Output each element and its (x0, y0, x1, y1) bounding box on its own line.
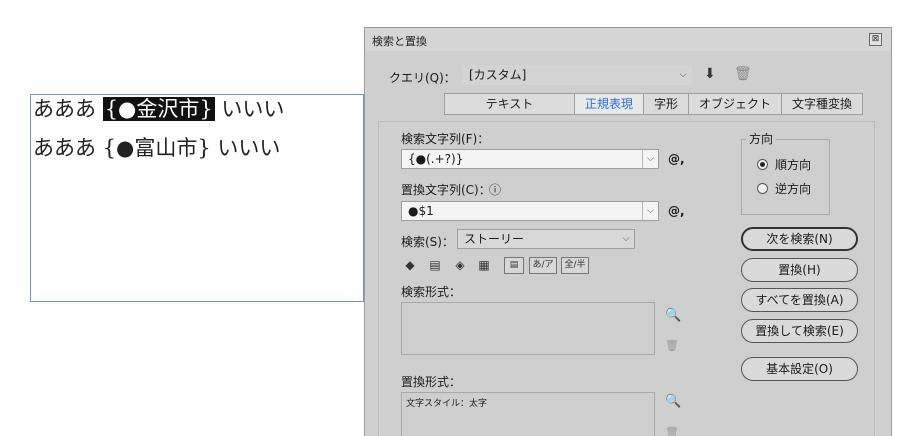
chevron-down-icon: ⌵ (679, 70, 687, 80)
kana-sensitive-toggle[interactable]: あ/ア (529, 257, 557, 274)
direction-title: 方向 (746, 130, 777, 147)
tab-object[interactable]: オブジェクト (689, 94, 783, 114)
dialog-titlebar[interactable]: 検索と置換 ⊠ (365, 28, 891, 51)
special-chars-find-icon[interactable]: @, (668, 152, 685, 166)
tab-glyph[interactable]: 字形 (644, 94, 690, 114)
doc-line-1-prefix: あああ (33, 97, 103, 121)
query-select[interactable]: [カスタム] ⌵ (462, 65, 692, 85)
query-label: クエリ(Q)： (389, 71, 456, 85)
save-query-icon[interactable]: ⬇ (704, 66, 716, 82)
tab-bar: テキスト 正規表現 字形 オブジェクト 文字種変換 (444, 93, 864, 115)
find-what-input[interactable]: {●(.+?)} ⌵ (401, 149, 659, 169)
find-format-box[interactable] (401, 302, 655, 355)
specify-find-format-icon[interactable]: 🔍 (665, 308, 681, 323)
master-pages-icon[interactable]: ▦ (475, 257, 493, 273)
doc-line-1: あああ {●金沢市} いいい (33, 95, 284, 123)
doc-line-1-suffix: いいい (214, 97, 285, 121)
chevron-down-icon: ⌵ (622, 234, 630, 244)
selected-text[interactable]: {●金沢市} (102, 97, 215, 121)
dialog-title: 検索と置換 (372, 35, 427, 48)
find-format-label: 検索形式： (401, 285, 462, 299)
hidden-layers-icon[interactable]: ◈ (451, 257, 469, 273)
chevron-down-icon[interactable]: ⌵ (642, 150, 658, 168)
find-next-button[interactable]: 次を検索(N) (741, 227, 858, 251)
text-frame[interactable]: あああ {●金沢市} いいい あああ {●富山市} いいい (30, 94, 364, 302)
search-label: 検索(S)： (401, 235, 454, 249)
find-what-value: {●(.+?)} (408, 152, 464, 166)
change-format-box[interactable]: 文字スタイル：太字 (401, 392, 655, 436)
find-replace-dialog: 検索と置換 ⊠ クエリ(Q)： [カスタム] ⌵ ⬇ 🗑 テキスト 正規表現 字… (364, 27, 892, 436)
direction-group (741, 139, 830, 215)
replace-button[interactable]: 置換(H) (741, 258, 858, 282)
specify-change-format-icon[interactable]: 🔍 (665, 394, 681, 409)
search-scope-value: ストーリー (464, 232, 525, 246)
footnotes-icon[interactable]: ▤ (504, 257, 524, 274)
direction-forward[interactable]: 順方向 (757, 156, 811, 173)
replace-label: 置換文字列(C)： (401, 183, 491, 197)
tab-grep[interactable]: 正規表現 (575, 94, 645, 114)
delete-change-format-icon[interactable]: 🗑 (665, 426, 679, 436)
replace-and-find-button[interactable]: 置換して検索(E) (741, 319, 858, 343)
replace-all-button[interactable]: すべてを置換(A) (741, 288, 858, 312)
search-scope-select[interactable]: ストーリー ⌵ (457, 229, 635, 249)
query-value: [カスタム] (469, 68, 527, 82)
find-label: 検索文字列(F)： (401, 132, 490, 146)
locked-stories-icon[interactable]: ▤ (426, 257, 444, 273)
doc-line-2: あああ {●富山市} いいい (33, 136, 281, 160)
basic-settings-button[interactable]: 基本設定(O) (741, 357, 858, 381)
radio-forward[interactable] (757, 159, 768, 170)
change-to-input[interactable]: ●$1 ⌵ (401, 201, 659, 221)
special-chars-replace-icon[interactable]: @, (668, 204, 685, 218)
delete-query-icon[interactable]: 🗑 (734, 66, 752, 82)
direction-backward-label: 逆方向 (775, 182, 812, 196)
delete-find-format-icon[interactable]: 🗑 (665, 339, 679, 352)
direction-forward-label: 順方向 (775, 158, 812, 172)
close-icon[interactable]: ⊠ (869, 33, 882, 46)
info-icon[interactable]: ⓘ (489, 181, 501, 198)
locked-layers-icon[interactable]: ◆ (401, 257, 419, 273)
change-to-value: ●$1 (408, 204, 434, 218)
width-sensitive-toggle[interactable]: 全/半 (561, 257, 589, 274)
tab-text[interactable]: テキスト (445, 94, 575, 114)
direction-backward[interactable]: 逆方向 (757, 180, 811, 197)
chevron-down-icon[interactable]: ⌵ (642, 202, 658, 220)
change-format-label: 置換形式： (401, 375, 462, 389)
radio-backward[interactable] (757, 183, 768, 194)
tab-transliterate[interactable]: 文字種変換 (782, 94, 862, 114)
change-format-value: 文字スタイル：太字 (406, 399, 488, 409)
